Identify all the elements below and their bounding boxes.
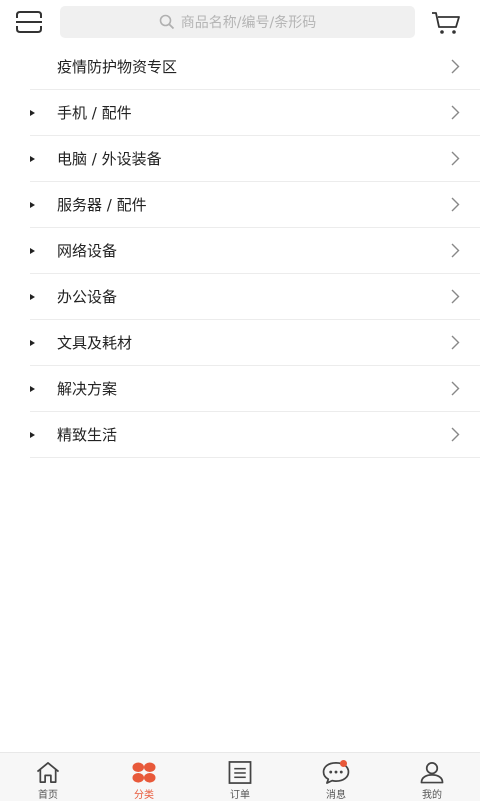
user-icon	[420, 762, 444, 784]
category-item-computers[interactable]: 电脑 / 外设装备	[30, 136, 480, 182]
bullet-icon	[30, 432, 35, 438]
bullet-icon	[30, 386, 35, 392]
chevron-right-icon	[451, 289, 460, 304]
category-item-solutions[interactable]: 解决方案	[30, 366, 480, 412]
scan-icon	[16, 11, 42, 33]
category-item-lifestyle[interactable]: 精致生活	[30, 412, 480, 458]
search-input[interactable]: 商品名称/编号/条形码	[60, 6, 415, 38]
chevron-right-icon	[451, 59, 460, 74]
category-list: 疫情防护物资专区 手机 / 配件 电脑 / 外设装备 服务器 / 配件 网络设备	[0, 44, 480, 458]
category-label: 电脑 / 外设装备	[57, 150, 162, 168]
bullet-icon	[30, 202, 35, 208]
scan-button[interactable]	[12, 8, 46, 36]
tab-label: 订单	[230, 790, 250, 801]
bullet-icon	[30, 340, 35, 346]
category-label: 网络设备	[57, 242, 118, 260]
tab-profile[interactable]: 我的	[384, 753, 480, 801]
search-placeholder: 商品名称/编号/条形码	[180, 15, 317, 31]
category-label: 服务器 / 配件	[57, 196, 147, 214]
tab-label: 分类	[134, 790, 154, 801]
cart-icon	[432, 12, 460, 34]
tab-label: 我的	[422, 790, 442, 801]
category-label: 文具及耗材	[57, 334, 133, 352]
category-item-network[interactable]: 网络设备	[30, 228, 480, 274]
category-item-phones[interactable]: 手机 / 配件	[30, 90, 480, 136]
chevron-right-icon	[451, 335, 460, 350]
bullet-icon	[30, 110, 35, 116]
category-label: 办公设备	[57, 288, 118, 306]
top-header: 商品名称/编号/条形码	[0, 0, 480, 44]
tab-orders[interactable]: 订单	[192, 753, 288, 801]
bullet-icon	[30, 248, 35, 254]
category-item-stationery[interactable]: 文具及耗材	[30, 320, 480, 366]
chevron-right-icon	[451, 243, 460, 258]
tab-messages[interactable]: 消息	[288, 753, 384, 801]
category-item-epidemic[interactable]: 疫情防护物资专区	[30, 44, 480, 90]
cart-button[interactable]	[428, 8, 464, 38]
home-icon	[36, 762, 60, 783]
category-label: 疫情防护物资专区	[57, 58, 178, 76]
order-icon	[228, 761, 252, 784]
tab-label: 首页	[38, 790, 58, 801]
chevron-right-icon	[451, 151, 460, 166]
category-label: 精致生活	[57, 426, 118, 444]
tab-home[interactable]: 首页	[0, 753, 96, 801]
search-icon	[159, 14, 175, 30]
chevron-right-icon	[451, 427, 460, 442]
bullet-icon	[30, 156, 35, 162]
category-icon	[132, 762, 156, 783]
category-label: 解决方案	[57, 380, 118, 398]
bottom-tab-bar: 首页 分类 订单 消息 我的	[0, 752, 480, 801]
tab-label: 消息	[326, 790, 346, 801]
unread-badge-dot	[340, 760, 347, 767]
chevron-right-icon	[451, 381, 460, 396]
chevron-right-icon	[451, 197, 460, 212]
chevron-right-icon	[451, 105, 460, 120]
bullet-icon	[30, 294, 35, 300]
category-item-servers[interactable]: 服务器 / 配件	[30, 182, 480, 228]
category-label: 手机 / 配件	[57, 104, 132, 122]
tab-category[interactable]: 分类	[96, 753, 192, 801]
category-item-office[interactable]: 办公设备	[30, 274, 480, 320]
